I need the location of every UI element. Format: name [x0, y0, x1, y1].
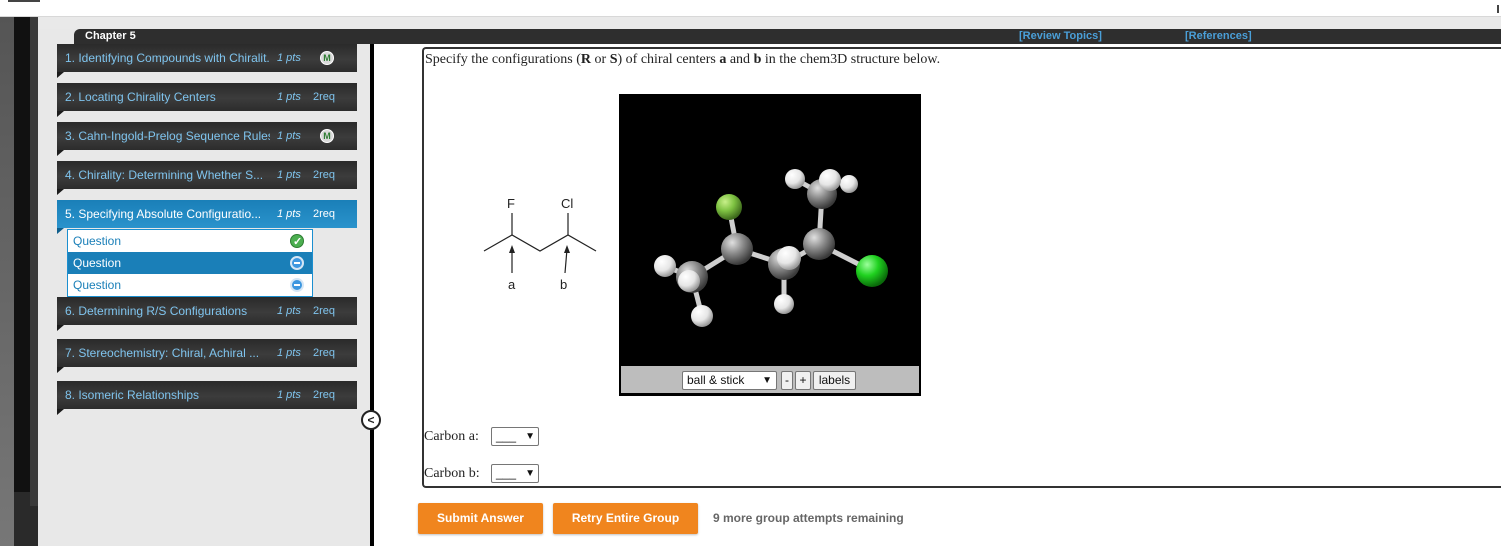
bonds: [664, 176, 874, 317]
carbon-a-label: Carbon a:: [424, 429, 479, 444]
sidebar-item-1[interactable]: 1. Identifying Compounds with Chiralit..…: [57, 44, 357, 78]
carbon-atom-a: [721, 233, 753, 265]
skeletal-structure: F Cl a b: [483, 196, 597, 292]
hydrogen-atom: [691, 305, 713, 327]
retry-group-button[interactable]: Retry Entire Group: [553, 503, 698, 534]
sidebar-item-label: 1. Identifying Compounds with Chiralit..…: [65, 51, 270, 65]
chlorine-label: Cl: [561, 196, 573, 211]
hydrogen-atom: [819, 169, 841, 191]
references-link[interactable]: [References]: [1185, 29, 1252, 44]
center-a-label: a: [508, 277, 516, 292]
carbon-b-label: Carbon b:: [424, 466, 480, 481]
hydrogen-atom: [785, 169, 805, 189]
left-edge-inner: [30, 17, 38, 506]
sidebar-item-4[interactable]: 4. Chirality: Determining Whether S... 1…: [57, 161, 357, 195]
check-icon: [290, 231, 304, 253]
chevron-down-icon: ▼: [762, 375, 772, 386]
display-mode-select[interactable]: ball & stick ▼: [682, 371, 777, 390]
labels-button[interactable]: labels: [813, 371, 856, 390]
carbon-chain: [483, 234, 597, 252]
pending-icon: [290, 278, 304, 292]
sidebar-item-points: 1 pts: [277, 389, 301, 401]
sidebar-item-points: 1 pts: [277, 305, 301, 317]
sidebar-item-5-active[interactable]: 5. Specifying Absolute Configuratio... 1…: [57, 200, 357, 234]
collapse-sidebar-button[interactable]: <: [361, 410, 381, 430]
sidebar-item-label: 4. Chirality: Determining Whether S...: [65, 168, 264, 182]
hydrogen-atom: [678, 270, 700, 292]
chapter-header: Chapter 5 [Review Topics] [References]: [74, 29, 1501, 44]
carbon-atom-b: [803, 228, 835, 260]
sidebar-item-points: 1 pts: [277, 52, 301, 64]
sidebar-item-label: 6. Determining R/S Configurations: [65, 304, 248, 318]
hydrogen-atom: [840, 175, 858, 193]
attempts-remaining: 9 more group attempts remaining: [713, 511, 904, 525]
sidebar-item-2[interactable]: 2. Locating Chirality Centers 1 pts 2req: [57, 83, 357, 117]
sub-question-list: Question Question Question: [67, 229, 313, 297]
mastered-badge-icon: M: [320, 51, 334, 65]
arrow-a-head: [509, 245, 515, 253]
sidebar-item-label: 7. Stereochemistry: Chiral, Achiral ...: [65, 346, 260, 360]
sidebar-item-3[interactable]: 3. Cahn-Ingold-Prelog Sequence Rules 1 p…: [57, 122, 357, 156]
sidebar-item-req: 2req: [313, 208, 336, 220]
carbon-b-select[interactable]: ___ ▼: [491, 464, 539, 483]
chem3d-viewer[interactable]: ball & stick ▼ - + labels: [619, 94, 921, 396]
sidebar-item-points: 1 pts: [277, 169, 301, 181]
sub-question-label: Question: [73, 278, 122, 292]
left-edge-dark: [14, 17, 30, 492]
chlorine-atom: [856, 255, 888, 287]
sidebar-item-6[interactable]: 6. Determining R/S Configurations 1 pts …: [57, 297, 357, 331]
sidebar-item-label: 5. Specifying Absolute Configuratio...: [65, 207, 262, 221]
sidebar-item-req: 2req: [313, 305, 336, 317]
sub-question-label: Question: [73, 256, 122, 270]
panel-divider: [370, 44, 374, 546]
header-band: [0, 17, 1501, 29]
sub-question-1[interactable]: Question: [68, 230, 312, 253]
sidebar-item-points: 1 pts: [277, 130, 301, 142]
sidebar-item-points: 1 pts: [277, 347, 301, 359]
center-b-label: b: [560, 277, 567, 292]
sub-question-3[interactable]: Question: [68, 274, 312, 296]
corner-mark: [1497, 5, 1499, 13]
sidebar-item-label: 2. Locating Chirality Centers: [65, 90, 216, 104]
sidebar-item-label: 3. Cahn-Ingold-Prelog Sequence Rules: [65, 129, 270, 143]
zoom-in-button[interactable]: +: [795, 371, 811, 390]
carbon-a-select[interactable]: ___ ▼: [491, 427, 539, 446]
chapter-title: Chapter 5: [85, 30, 136, 42]
hydrogen-atom: [774, 294, 794, 314]
sidebar-item-points: 1 pts: [277, 208, 301, 220]
left-edge: [0, 17, 14, 546]
question-text: Specify the configurations (R or S) of c…: [425, 52, 941, 67]
sidebar-item-8[interactable]: 8. Isomeric Relationships 1 pts 2req: [57, 381, 357, 415]
sidebar-item-req: 2req: [313, 91, 336, 103]
review-topics-link[interactable]: [Review Topics]: [1019, 29, 1102, 44]
sidebar-item-req: 2req: [313, 169, 336, 181]
pending-icon: [290, 256, 304, 270]
arrow-b-head: [564, 245, 570, 253]
submit-answer-button[interactable]: Submit Answer: [418, 503, 543, 534]
fluorine-label: F: [507, 196, 515, 211]
top-mark: [8, 0, 40, 2]
sidebar-gutter: [358, 29, 370, 546]
zoom-out-button[interactable]: -: [781, 371, 793, 390]
molecule-3d-model[interactable]: [619, 94, 921, 366]
fluorine-atom: [716, 194, 742, 220]
hydrogen-atom: [654, 255, 676, 277]
sub-question-label: Question: [73, 234, 122, 248]
chevron-down-icon: ▼: [525, 431, 535, 442]
sidebar-item-req: 2req: [313, 389, 336, 401]
sidebar-item-points: 1 pts: [277, 91, 301, 103]
hydrogen-atom: [777, 246, 801, 270]
app-root: Chapter 5 [Review Topics] [References] 1…: [0, 0, 1501, 546]
top-strip: [0, 0, 1501, 17]
sidebar-item-req: 2req: [313, 347, 336, 359]
chevron-down-icon: ▼: [525, 468, 535, 479]
sidebar-item-label: 8. Isomeric Relationships: [65, 388, 200, 402]
sub-question-2[interactable]: Question: [68, 252, 312, 274]
mastered-badge-icon: M: [320, 129, 334, 143]
viewer-toolbar: ball & stick ▼ - + labels: [621, 366, 919, 393]
sidebar-item-7[interactable]: 7. Stereochemistry: Chiral, Achiral ... …: [57, 339, 357, 373]
